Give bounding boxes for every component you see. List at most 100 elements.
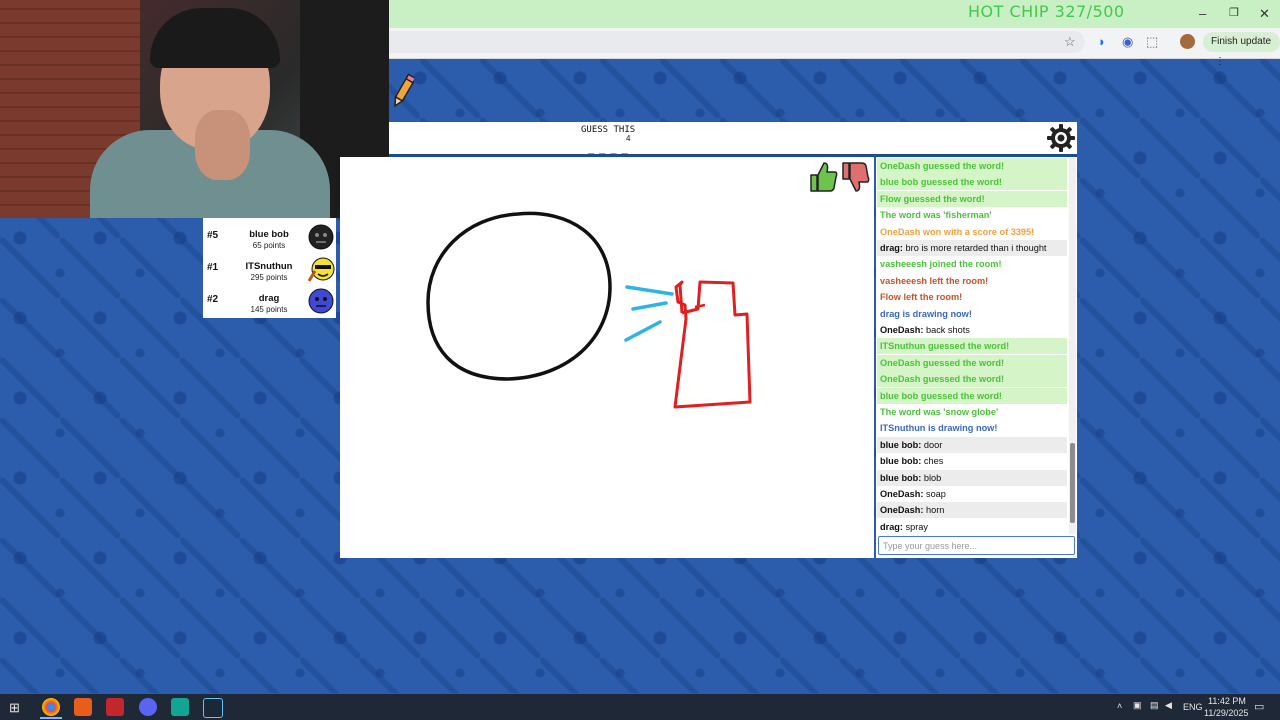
player-name: drag bbox=[258, 293, 280, 304]
player-avatar bbox=[308, 224, 334, 250]
chat-author: blue bob: bbox=[880, 439, 922, 450]
chat-text: OneDash guessed the word! bbox=[880, 374, 1005, 385]
player-avatar-drawing bbox=[307, 257, 335, 282]
chat-message: blue bob: blob bbox=[877, 469, 1067, 486]
finish-update-button[interactable]: Finish update ⋮ bbox=[1203, 32, 1280, 67]
chat-text: horn bbox=[925, 505, 945, 516]
chat-text: OneDash won with a score of 3395! bbox=[880, 226, 1035, 237]
word-length: 4 bbox=[626, 134, 631, 143]
profile-avatar[interactable] bbox=[1180, 34, 1195, 49]
chat-text: blue bob guessed the word! bbox=[880, 390, 1002, 401]
chat-message: OneDash guessed the word! bbox=[877, 158, 1067, 174]
player-row-drag: #2 drag 145 points bbox=[203, 284, 336, 316]
player-avatar bbox=[308, 288, 334, 314]
tray-chevron-icon[interactable]: ˄ bbox=[1117, 701, 1122, 711]
player-points: 295 points bbox=[250, 273, 288, 282]
chat-text: The word was 'snow globe' bbox=[880, 407, 999, 417]
settings-gear-icon[interactable] bbox=[1047, 124, 1075, 152]
chat-message: drag: spray bbox=[877, 519, 1067, 535]
chat-scroll-thumb[interactable] bbox=[1070, 443, 1075, 523]
player-rank: #1 bbox=[207, 262, 219, 273]
cam-cap bbox=[150, 8, 280, 68]
extensions-puzzle-icon[interactable]: ⬚ bbox=[1146, 34, 1158, 50]
player-rank: #2 bbox=[207, 294, 219, 305]
player-rank: #5 bbox=[207, 230, 219, 241]
chat-text: door bbox=[923, 439, 943, 450]
player-row-itsnuthun: #1 ITSnuthun 295 points bbox=[203, 252, 336, 284]
player-name: ITSnuthun bbox=[245, 261, 293, 272]
cam-hand bbox=[195, 110, 250, 180]
volume-icon[interactable]: ◀ bbox=[1165, 700, 1172, 711]
chat-message: vasheeesh left the room! bbox=[877, 273, 1067, 289]
stream-overlay-title: HOT CHIP 327/500 bbox=[968, 2, 1125, 21]
app-taskbar-icon-2[interactable] bbox=[106, 698, 124, 716]
language-indicator[interactable]: ENG bbox=[1183, 702, 1203, 712]
clock-date[interactable]: 11/29/2025 bbox=[1204, 708, 1248, 718]
thumbs-up-icon[interactable] bbox=[808, 161, 838, 193]
chat-message: ITSnuthun is drawing now! bbox=[877, 420, 1067, 436]
restore-button[interactable]: ❐ bbox=[1229, 6, 1239, 19]
chat-message: OneDash guessed the word! bbox=[877, 371, 1067, 388]
discord-taskbar-icon[interactable] bbox=[139, 698, 157, 716]
chat-message: drag is drawing now! bbox=[877, 306, 1067, 322]
network-icon[interactable]: ▤ bbox=[1150, 700, 1159, 711]
drawing-strokes bbox=[426, 211, 752, 409]
chat-text: Flow left the room! bbox=[880, 292, 963, 303]
player-row-blue-bob: #5 blue bob 65 points bbox=[203, 220, 336, 252]
chat-text: OneDash guessed the word! bbox=[880, 357, 1005, 368]
chat-text: spray bbox=[905, 521, 928, 532]
chat-author: OneDash: bbox=[880, 489, 924, 499]
minimize-button[interactable]: – bbox=[1199, 6, 1206, 21]
guess-input[interactable] bbox=[878, 536, 1075, 555]
chat-author: OneDash: bbox=[880, 505, 924, 516]
chat-message: drag: bro is more retarded than i though… bbox=[877, 240, 1067, 256]
tray-app-icon[interactable]: ▣ bbox=[1133, 700, 1142, 711]
drawn-spray-bottle bbox=[673, 280, 752, 409]
chat-author: drag: bbox=[880, 521, 903, 532]
notification-icon[interactable]: ▭ bbox=[1254, 700, 1264, 713]
drawing-canvas[interactable] bbox=[340, 157, 874, 558]
close-button[interactable]: ✕ bbox=[1259, 6, 1270, 22]
player-name: blue bob bbox=[249, 229, 289, 240]
spray-line-2 bbox=[631, 301, 668, 311]
chat-author: OneDash: bbox=[880, 325, 924, 335]
chat-message: blue bob guessed the word! bbox=[877, 387, 1067, 404]
url-omnibox[interactable] bbox=[389, 31, 1085, 53]
chat-message: blue bob guessed the word! bbox=[877, 174, 1067, 191]
game-header bbox=[389, 122, 1077, 154]
chat-message: vasheeesh joined the room! bbox=[877, 256, 1067, 272]
chat-message: OneDash: soap bbox=[877, 486, 1067, 502]
chat-message: blue bob: door bbox=[877, 436, 1067, 453]
chat-message: OneDash guessed the word! bbox=[877, 354, 1067, 371]
chat-text: soap bbox=[925, 489, 946, 499]
spray-line-1 bbox=[625, 285, 674, 296]
chat-message: ITSnuthun guessed the word! bbox=[877, 338, 1067, 355]
bookmark-star-icon[interactable]: ☆ bbox=[1064, 34, 1076, 50]
chat-text: bro is more retarded than i thought bbox=[905, 243, 1047, 253]
chat-text: drag is drawing now! bbox=[880, 308, 972, 319]
chat-message: Flow guessed the word! bbox=[877, 190, 1067, 207]
chat-text: blue bob guessed the word! bbox=[880, 177, 1002, 188]
app-taskbar-icon-1[interactable] bbox=[74, 698, 92, 716]
pencil-icon bbox=[394, 73, 414, 108]
player-points: 65 points bbox=[252, 241, 286, 250]
chat-author: blue bob: bbox=[880, 472, 922, 483]
finish-update-label: Finish update bbox=[1211, 36, 1272, 47]
chat-text: vasheeesh left the room! bbox=[880, 275, 989, 286]
webcam-feed bbox=[0, 0, 389, 218]
spray-line-3 bbox=[624, 320, 662, 342]
windows-taskbar bbox=[0, 694, 1280, 720]
chat-text: ITSnuthun is drawing now! bbox=[880, 423, 998, 434]
extension-globe-icon[interactable]: ◉ bbox=[1122, 34, 1133, 50]
steam-taskbar-icon[interactable] bbox=[203, 698, 223, 718]
chrome-taskbar-icon[interactable] bbox=[42, 698, 60, 716]
chat-message: The word was 'fisherman' bbox=[877, 207, 1067, 223]
thumbs-down-icon[interactable] bbox=[840, 161, 870, 193]
chat-message: OneDash: back shots bbox=[877, 322, 1067, 338]
extension-audio-icon[interactable]: ◗ bbox=[1098, 34, 1106, 49]
app-taskbar-icon-3[interactable] bbox=[171, 698, 189, 716]
more-menu-icon[interactable]: ⋮ bbox=[1215, 56, 1225, 67]
chat-text: blob bbox=[923, 472, 942, 483]
clock-time[interactable]: 11:42 PM bbox=[1208, 696, 1246, 706]
start-windows-icon[interactable]: ⊞ bbox=[9, 700, 20, 716]
